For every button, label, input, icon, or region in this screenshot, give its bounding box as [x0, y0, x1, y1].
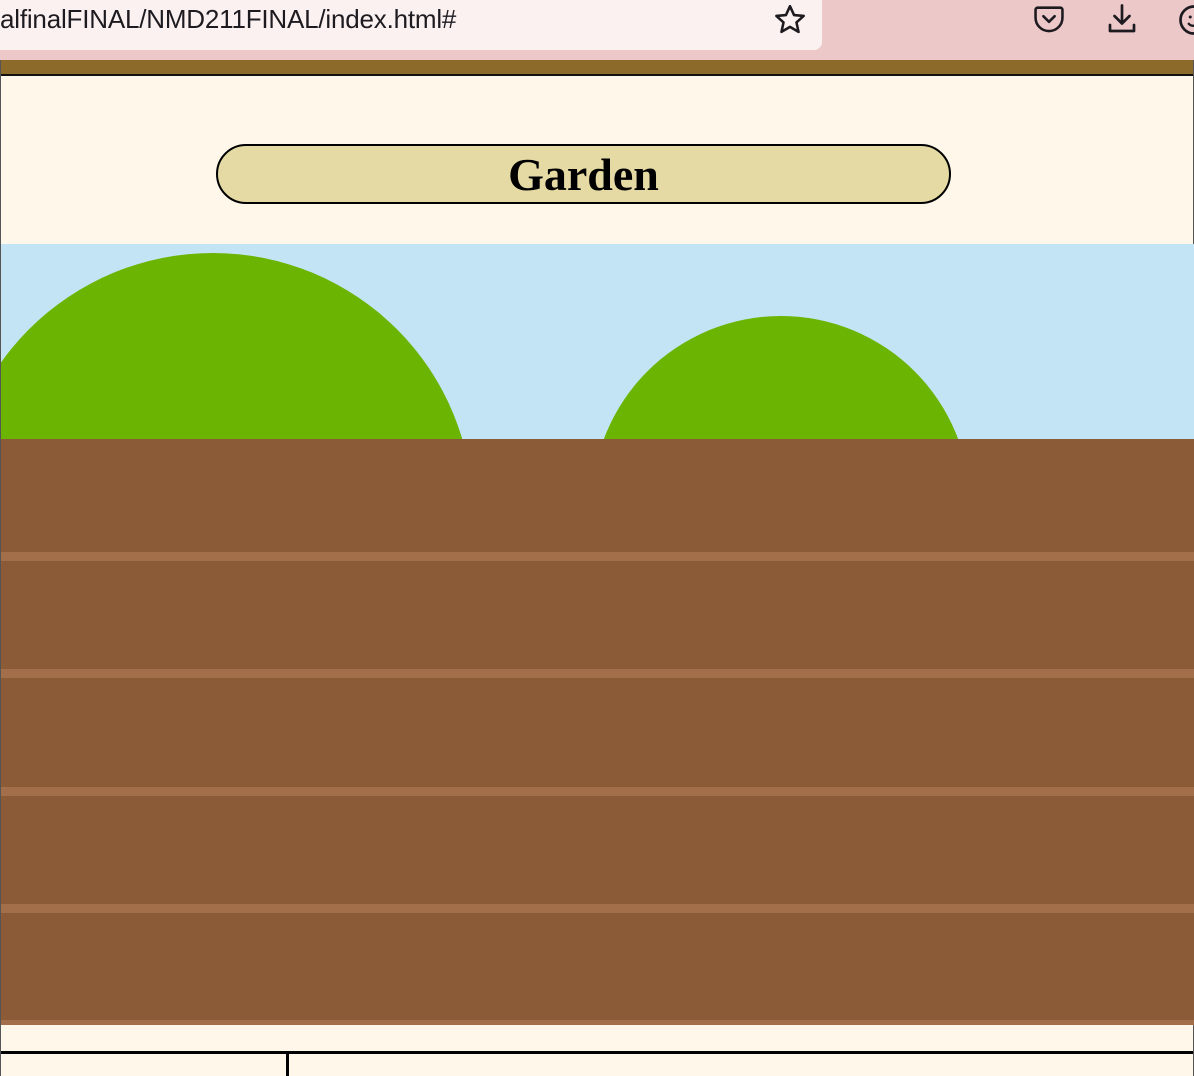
- footer-column-divider: [286, 1051, 289, 1076]
- soil-row-divider: [1, 787, 1194, 796]
- soil-row-divider: [1, 552, 1194, 561]
- soil-row-divider: [1, 904, 1194, 913]
- garden-soil: [1, 439, 1194, 1025]
- url-text[interactable]: alfinalFINAL/NMD211FINAL/index.html#: [0, 4, 456, 35]
- header-band: [1, 60, 1193, 76]
- garden-sky: [1, 244, 1194, 440]
- page-content: Garden: [0, 60, 1194, 1076]
- footer-divider: [1, 1051, 1193, 1054]
- bush-right: [592, 316, 970, 440]
- soil-row-divider: [1, 1020, 1194, 1025]
- url-bar[interactable]: alfinalFINAL/NMD211FINAL/index.html#: [0, 0, 822, 50]
- bush-left: [1, 253, 473, 440]
- download-icon[interactable]: [1104, 0, 1140, 38]
- soil-row-divider: [1, 669, 1194, 678]
- account-icon[interactable]: [1176, 2, 1194, 38]
- star-icon[interactable]: [772, 2, 808, 38]
- title-banner: Garden: [216, 144, 951, 204]
- page-title: Garden: [508, 149, 659, 200]
- pocket-icon[interactable]: [1032, 2, 1066, 36]
- browser-toolbar: alfinalFINAL/NMD211FINAL/index.html#: [0, 0, 1194, 60]
